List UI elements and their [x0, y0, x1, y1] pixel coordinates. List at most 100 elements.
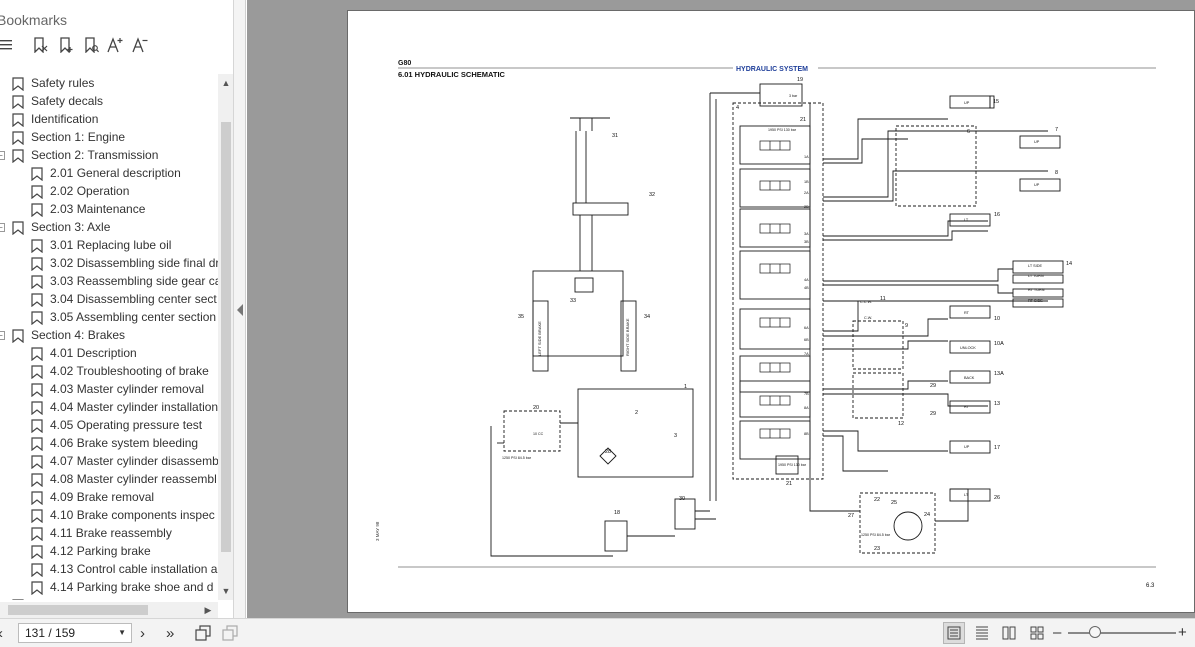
zoom-slider-thumb[interactable] — [1089, 626, 1101, 638]
last-page-icon[interactable]: » — [166, 624, 174, 642]
bookmark-item[interactable]: 3.02 Disassembling side final dr — [0, 255, 218, 273]
bookmark-item[interactable]: 2.01 General description — [0, 165, 218, 183]
callout-number: 16 — [994, 212, 1000, 218]
bookmark-item[interactable]: 3.01 Replacing lube oil — [0, 237, 218, 255]
bookmark-item[interactable]: 4.02 Troubleshooting of brake — [0, 363, 218, 381]
collapse-panel-icon[interactable] — [237, 304, 243, 316]
facing-view-icon[interactable] — [998, 622, 1020, 644]
bookmark-item[interactable]: 3.05 Assembling center section — [0, 309, 218, 327]
bookmark-item[interactable]: − Section 2: Transmission — [0, 147, 218, 165]
callout-number: 15 — [993, 99, 999, 105]
pressure-label: 1250 PSI 84.5 bar — [861, 533, 891, 537]
brake-label: LEFT SIDE BRAKE — [537, 321, 542, 356]
horizontal-scroll-thumb[interactable] — [8, 605, 148, 615]
port-label: 4A — [804, 278, 809, 282]
page-dropdown-icon[interactable]: ▼ — [118, 624, 126, 642]
bookmark-item[interactable]: 4.08 Master cylinder reassembl — [0, 471, 218, 489]
bookmark-icon — [31, 185, 43, 199]
bookmark-icon — [31, 527, 43, 541]
component-label: RT TURN — [1028, 288, 1045, 292]
bookmark-item[interactable]: − Section 4: Brakes — [0, 327, 218, 345]
callout-number: 34 — [644, 314, 650, 320]
bookmark-item[interactable]: Safety rules — [0, 75, 218, 93]
bookmarks-panel-title: Bookmarks — [0, 12, 68, 28]
previous-view-icon[interactable] — [195, 624, 211, 642]
bookmark-item[interactable]: 2.03 Maintenance — [0, 201, 218, 219]
doc-page-number: 6.3 — [1146, 583, 1155, 589]
bookmark-item[interactable]: 4.05 Operating pressure test — [0, 417, 218, 435]
bookmark-item[interactable]: 4.09 Brake removal — [0, 489, 218, 507]
page-number-input[interactable]: 131 / 159 ▼ — [18, 623, 132, 643]
bookmark-item[interactable]: 4.10 Brake components inspec — [0, 507, 218, 525]
panel-splitter[interactable] — [234, 0, 246, 618]
pressure-label: 3 bar — [789, 94, 798, 98]
previous-page-icon[interactable]: ‹ — [0, 624, 3, 642]
find-bookmark-icon[interactable] — [82, 36, 100, 54]
bookmark-item[interactable]: 4.06 Brake system bleeding — [0, 435, 218, 453]
port-label: 1B — [804, 180, 809, 184]
callout-number: 14 — [1066, 261, 1072, 267]
scroll-right-arrow-icon[interactable]: ▶ — [200, 603, 216, 617]
bookmark-item[interactable]: − Section 3: Axle — [0, 219, 218, 237]
schematic-lines — [490, 83, 1064, 557]
bookmark-item[interactable]: Identification — [0, 111, 218, 129]
next-page-icon[interactable]: › — [140, 624, 145, 642]
bookmark-item[interactable]: 4.11 Brake reassembly — [0, 525, 218, 543]
next-view-icon[interactable] — [222, 624, 238, 642]
component-label: C.C.W. — [860, 300, 872, 304]
zoom-out-icon[interactable]: – — [1053, 623, 1061, 641]
port-label: 2A — [804, 191, 809, 195]
callout-number: 12 — [898, 421, 904, 427]
shrink-text-icon[interactable] — [131, 36, 149, 54]
collapse-toggle-icon[interactable]: − — [0, 223, 5, 232]
bookmark-item[interactable]: −Section 5: Hydraulic sys — [0, 597, 218, 600]
list-options-icon[interactable] — [0, 36, 14, 54]
bookmarks-vertical-scrollbar[interactable]: ▲ ▼ — [218, 74, 233, 600]
bookmark-item[interactable]: 4.04 Master cylinder installation — [0, 399, 218, 417]
bookmark-label: Safety rules — [31, 76, 95, 90]
bookmark-label: 2.03 Maintenance — [50, 202, 146, 216]
doc-side-code: 3 MAY 98 — [375, 521, 380, 541]
bookmark-item[interactable]: 4.07 Master cylinder disassemb — [0, 453, 218, 471]
document-viewer[interactable]: G80 HYDRAULIC SYSTEM 6.01 HYDRAULIC SCHE… — [247, 0, 1195, 618]
continuous-view-icon[interactable] — [971, 622, 993, 644]
bookmark-item[interactable]: 4.03 Master cylinder removal — [0, 381, 218, 399]
zoom-slider[interactable] — [1068, 632, 1176, 634]
bookmark-icon — [31, 239, 43, 253]
callout-number: 17 — [994, 445, 1000, 451]
bookmark-item[interactable]: Safety decals — [0, 93, 218, 111]
port-label: 3A — [804, 232, 809, 236]
bookmark-item[interactable]: 2.02 Operation — [0, 183, 218, 201]
bookmark-label: 4.09 Brake removal — [50, 490, 155, 504]
component-label: RT — [964, 311, 970, 315]
bookmark-label: 4.07 Master cylinder disassemb — [50, 454, 218, 468]
collapse-toggle-icon[interactable]: − — [0, 331, 5, 340]
bookmarks-toolbar — [0, 36, 233, 56]
bookmarks-horizontal-scrollbar[interactable]: ▶ — [0, 602, 218, 618]
new-bookmark-icon[interactable] — [57, 36, 75, 54]
zoom-in-icon[interactable]: + — [1178, 623, 1187, 641]
continuous-facing-view-icon[interactable] — [1026, 622, 1048, 644]
bookmark-label: 2.02 Operation — [50, 184, 130, 198]
collapse-toggle-icon[interactable]: − — [0, 151, 5, 160]
bookmark-item[interactable]: 4.12 Parking brake — [0, 543, 218, 561]
bookmark-label: Section 4: Brakes — [31, 328, 126, 342]
scroll-up-arrow-icon[interactable]: ▲ — [218, 76, 233, 90]
bookmark-item[interactable]: 3.03 Reassembling side gear ca — [0, 273, 218, 291]
bookmark-label: 3.01 Replacing lube oil — [50, 238, 172, 252]
bookmark-item[interactable]: 3.04 Disassembling center sect — [0, 291, 218, 309]
single-page-view-icon[interactable] — [943, 622, 965, 644]
callout-number: 21 — [786, 481, 792, 487]
bookmark-item[interactable]: Section 1: Engine — [0, 129, 218, 147]
component-label: C.W. — [864, 316, 872, 320]
bookmark-item[interactable]: 4.01 Description — [0, 345, 218, 363]
bookmark-icon — [12, 221, 24, 235]
delete-bookmark-icon[interactable] — [31, 36, 49, 54]
callout-number: 20 — [533, 405, 539, 411]
bookmark-item[interactable]: 4.13 Control cable installation a — [0, 561, 218, 579]
scroll-down-arrow-icon[interactable]: ▼ — [218, 584, 233, 598]
expand-text-icon[interactable] — [106, 36, 124, 54]
bookmark-item[interactable]: 4.14 Parking brake shoe and d — [0, 579, 218, 597]
callout-number: 25 — [891, 500, 897, 506]
vertical-scroll-thumb[interactable] — [221, 122, 231, 552]
